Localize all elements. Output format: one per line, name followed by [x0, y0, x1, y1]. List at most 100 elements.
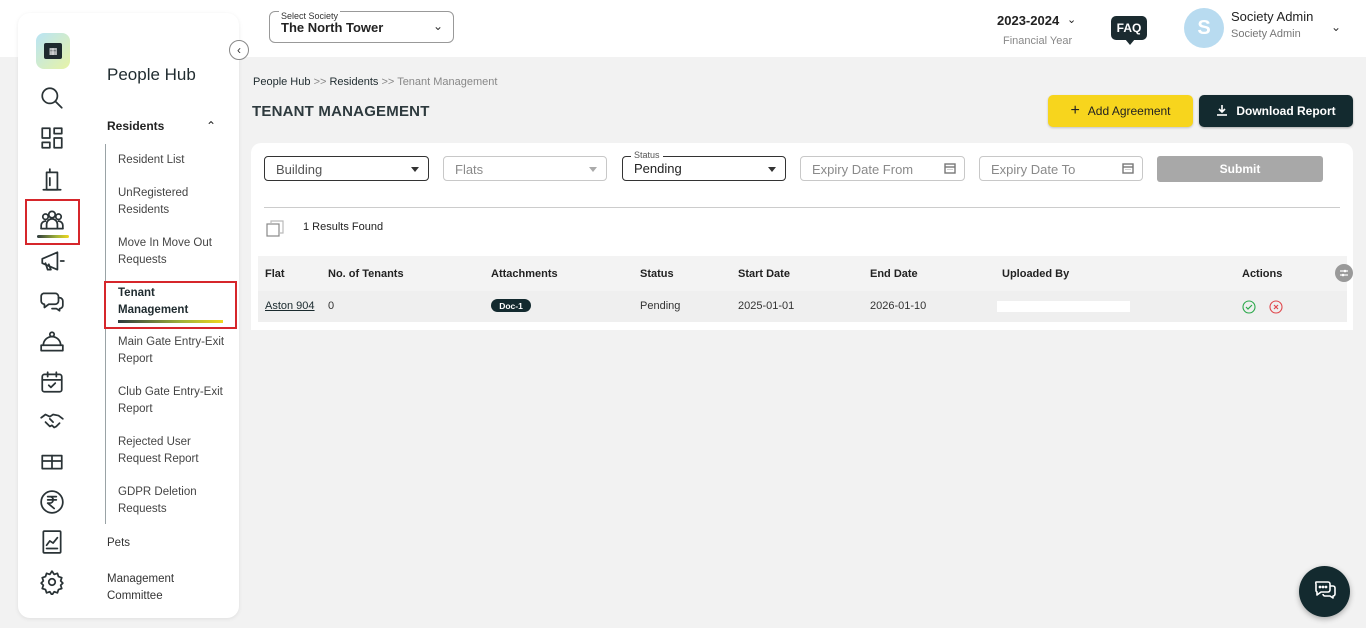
expiry-date-from-placeholder: Expiry Date From [812, 162, 914, 177]
chevron-down-icon: ⌄ [432, 19, 443, 33]
breadcrumb-current: Tenant Management [397, 76, 498, 88]
download-icon [1216, 104, 1228, 119]
sidebar-item-resident-list[interactable]: Resident List [118, 152, 230, 169]
sidebar-item-unregistered-residents[interactable]: UnRegistered Residents [118, 185, 230, 219]
icon-rail: ▦ [18, 13, 86, 618]
download-report-label: Download Report [1236, 104, 1336, 118]
flats-select[interactable]: Flats [443, 156, 607, 181]
rupee-icon[interactable] [38, 488, 66, 516]
column-header-flat[interactable]: Flat [265, 268, 285, 280]
calendar-icon[interactable] [38, 368, 66, 396]
column-header-tenants[interactable]: No. of Tenants [328, 268, 404, 280]
caret-down-icon [589, 167, 597, 172]
column-header-start-date[interactable]: Start Date [738, 268, 790, 280]
report-chart-icon[interactable] [38, 528, 66, 556]
building-icon[interactable] [38, 166, 66, 194]
sidebar-item-main-gate-report[interactable]: Main Gate Entry-Exit Report [118, 334, 230, 368]
breadcrumb-people-hub[interactable]: People Hub [253, 76, 311, 88]
avatar[interactable]: S [1184, 8, 1224, 48]
caret-down-icon [411, 167, 419, 172]
app-logo[interactable]: ▦ [36, 33, 70, 69]
chat-icon [1313, 577, 1337, 606]
status-select[interactable]: Status Pending [622, 150, 786, 181]
download-report-button[interactable]: Download Report [1199, 95, 1353, 127]
society-select-value: The North Tower [281, 20, 384, 35]
search-icon[interactable] [38, 84, 66, 112]
column-header-end-date[interactable]: End Date [870, 268, 918, 280]
megaphone-icon[interactable] [38, 247, 66, 275]
flats-placeholder: Flats [455, 162, 484, 177]
end-date-cell: 2026-01-10 [870, 300, 927, 312]
sidebar-section-residents[interactable]: Residents [107, 119, 164, 133]
sidebar-item-pets[interactable]: Pets [107, 535, 130, 552]
add-agreement-button[interactable]: + Add Agreement [1048, 95, 1193, 127]
sidebar-item-management-committee[interactable]: Management Committee [107, 571, 197, 605]
start-date-cell: 2025-01-01 [738, 300, 795, 312]
calendar-icon[interactable] [1122, 162, 1134, 174]
plus-icon: + [1070, 102, 1080, 119]
rail-active-underline [37, 235, 69, 238]
column-header-actions: Actions [1242, 268, 1283, 280]
page-title: TENANT MANAGEMENT [252, 103, 430, 120]
chat-icon[interactable] [38, 287, 66, 315]
expiry-date-from-input[interactable]: Expiry Date From [800, 156, 965, 181]
column-header-status[interactable]: Status [640, 268, 674, 280]
select-all-checkbox-icon[interactable] [266, 220, 284, 238]
people-icon[interactable] [38, 206, 66, 234]
settings-icon[interactable] [38, 568, 66, 596]
tenants-cell: 0 [328, 300, 335, 312]
table-header: Flat No. of Tenants Attachments Status S… [258, 256, 1353, 291]
add-agreement-label: Add Agreement [1087, 104, 1171, 118]
building-placeholder: Building [276, 162, 323, 177]
sidebar-item-gdpr-deletion[interactable]: GDPR Deletion Requests [118, 484, 230, 518]
active-item-underline [118, 320, 223, 323]
user-role: Society Admin [1231, 28, 1301, 40]
sidebar-item-tenant-management[interactable]: Tenant Management [118, 285, 198, 319]
expiry-date-to-input[interactable]: Expiry Date To [979, 156, 1143, 181]
column-settings-icon[interactable] [1335, 264, 1353, 282]
column-header-attachments[interactable]: Attachments [491, 268, 558, 280]
service-bell-icon[interactable] [38, 328, 66, 356]
attachment-badge[interactable]: Doc-1 [491, 299, 531, 312]
dashboard-icon[interactable] [38, 124, 66, 152]
caret-down-icon [768, 167, 776, 172]
sidebar-item-rejected-user-report[interactable]: Rejected User Request Report [118, 434, 218, 468]
submit-button[interactable]: Submit [1157, 156, 1323, 182]
flat-link-text[interactable]: Aston 904 [265, 300, 315, 312]
expiry-date-to-placeholder: Expiry Date To [991, 162, 1076, 177]
breadcrumb-residents[interactable]: Residents [329, 76, 378, 88]
handshake-icon[interactable] [38, 407, 66, 435]
sidebar-item-club-gate-report[interactable]: Club Gate Entry-Exit Report [118, 384, 230, 418]
sidebar-item-move-in-move-out[interactable]: Move In Move Out Requests [118, 235, 230, 269]
uploaded-by-redacted [997, 301, 1130, 312]
calendar-icon[interactable] [944, 162, 956, 174]
tenant-card: Building Flats Status Pending Expiry Dat… [251, 143, 1353, 330]
divider [264, 207, 1340, 208]
tenant-table: Flat No. of Tenants Attachments Status S… [251, 248, 1353, 330]
chevron-up-icon[interactable]: ⌃ [206, 119, 216, 133]
flat-link[interactable]: Aston 904 [265, 300, 315, 312]
column-header-uploaded-by[interactable]: Uploaded By [1002, 268, 1069, 280]
reject-icon[interactable] [1269, 300, 1283, 314]
approve-icon[interactable] [1242, 300, 1256, 314]
sidebar: ▦ ‹ People Hub Residents ⌃ Resident List… [18, 13, 249, 618]
faq-button[interactable]: FAQ [1111, 16, 1147, 45]
results-count: 1 Results Found [303, 221, 384, 233]
gift-icon[interactable] [38, 447, 66, 475]
chat-support-button[interactable] [1299, 566, 1350, 617]
financial-year-label: Financial Year [1003, 35, 1073, 47]
status-cell: Pending [640, 300, 681, 312]
tree-divider [105, 144, 106, 524]
logo-mark-icon: ▦ [44, 43, 62, 59]
collapse-sidebar-button[interactable]: ‹ [229, 40, 249, 60]
status-select-label: Status [631, 150, 663, 160]
building-select[interactable]: Building [264, 156, 429, 181]
financial-year-value[interactable]: 2023-2024 [997, 13, 1059, 28]
society-select[interactable]: Select Society The North Tower ⌄ [269, 11, 454, 43]
chevron-down-icon[interactable]: ⌄ [1331, 20, 1341, 34]
breadcrumb: People Hub >> Residents >> Tenant Manage… [253, 76, 497, 88]
status-select-value: Pending [634, 161, 682, 176]
breadcrumb-separator: >> [313, 76, 327, 88]
hub-title: People Hub [107, 65, 196, 84]
chevron-down-icon[interactable]: ⌄ [1067, 13, 1076, 26]
